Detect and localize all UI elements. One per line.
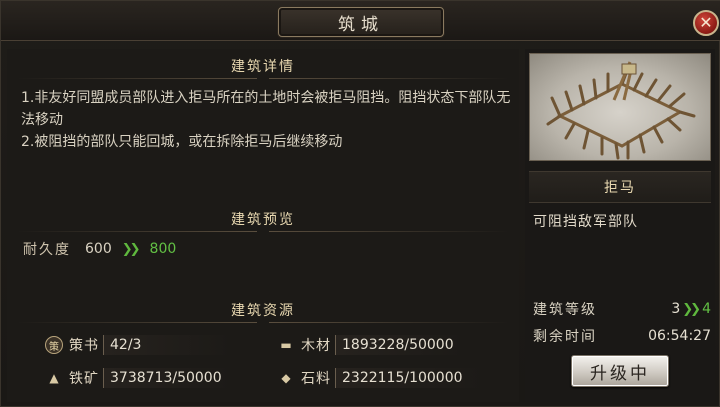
- durability-current: 600: [85, 241, 112, 257]
- resources-heading: 建筑资源: [7, 297, 519, 323]
- double-chevron-right-icon: ❯❯: [121, 241, 141, 257]
- resource-stone: ◆ 石料 2322115/100000: [275, 367, 485, 389]
- dialog-window: 筑城 ✕ 建筑详情 1.非友好同盟成员部队进入拒马所在的土地时会被拒马阻挡。阻挡…: [0, 0, 720, 407]
- close-icon[interactable]: ✕: [693, 10, 719, 36]
- resource-value: 2322115/100000: [335, 368, 485, 388]
- title-bar: 筑城 ✕: [1, 1, 720, 41]
- level-row: 建筑等级 3 ❯❯ 4: [533, 299, 711, 319]
- resource-wood: ▬ 木材 1893228/50000: [275, 334, 465, 356]
- right-panel: 拒马 可阻挡敌军部队 建筑等级 3 ❯❯ 4 剩余时间 06:54:27 升级中: [525, 49, 715, 402]
- details-text: 1.非友好同盟成员部队进入拒马所在的土地时会被拒马阻挡。阻挡状态下部队无法移动 …: [21, 87, 511, 153]
- level-value: 3 ❯❯ 4: [671, 301, 711, 317]
- iron-icon: ▲: [49, 371, 59, 385]
- level-current: 3: [671, 301, 681, 317]
- resource-name: 木材: [301, 338, 331, 354]
- resource-value: 3738713/50000: [103, 368, 233, 388]
- upgrading-button[interactable]: 升级中: [571, 355, 669, 387]
- building-name: 拒马: [529, 171, 711, 203]
- cheval-de-frise-illustration: [546, 61, 696, 160]
- resource-name: 策书: [69, 338, 99, 354]
- level-next: 4: [702, 301, 711, 317]
- dialog-title: 筑城: [278, 7, 444, 37]
- time-label: 剩余时间: [533, 329, 597, 345]
- left-panel: 建筑详情 1.非友好同盟成员部队进入拒马所在的土地时会被拒马阻挡。阻挡状态下部队…: [7, 49, 519, 402]
- details-line-2: 2.被阻挡的部队只能回城，或在拆除拒马后继续移动: [21, 134, 343, 150]
- preview-heading: 建筑预览: [7, 206, 519, 232]
- resource-value: 42/3: [103, 335, 233, 355]
- resource-command-book: 策 策书 42/3: [43, 334, 233, 356]
- durability-label: 耐久度: [23, 242, 71, 258]
- building-description: 可阻挡敌军部队: [533, 214, 638, 230]
- details-line-1: 1.非友好同盟成员部队进入拒马所在的土地时会被拒马阻挡。阻挡状态下部队无法移动: [21, 90, 511, 128]
- resource-name: 铁矿: [69, 371, 99, 387]
- resource-name: 石料: [301, 371, 331, 387]
- durability-next: 800: [149, 241, 177, 257]
- resource-iron: ▲ 铁矿 3738713/50000: [43, 367, 233, 389]
- building-image: [529, 53, 711, 161]
- command-book-icon: 策: [43, 336, 65, 354]
- time-remaining: 06:54:27: [648, 328, 711, 344]
- double-chevron-right-icon: ❯❯: [682, 301, 701, 317]
- stone-icon: ◆: [281, 371, 291, 385]
- details-heading: 建筑详情: [7, 53, 519, 79]
- durability-row: 耐久度 600 ❯❯ 800: [23, 239, 176, 259]
- level-label: 建筑等级: [533, 302, 597, 318]
- wood-icon: ▬: [280, 338, 292, 352]
- resource-value: 1893228/50000: [335, 335, 465, 355]
- time-row: 剩余时间 06:54:27: [533, 326, 711, 346]
